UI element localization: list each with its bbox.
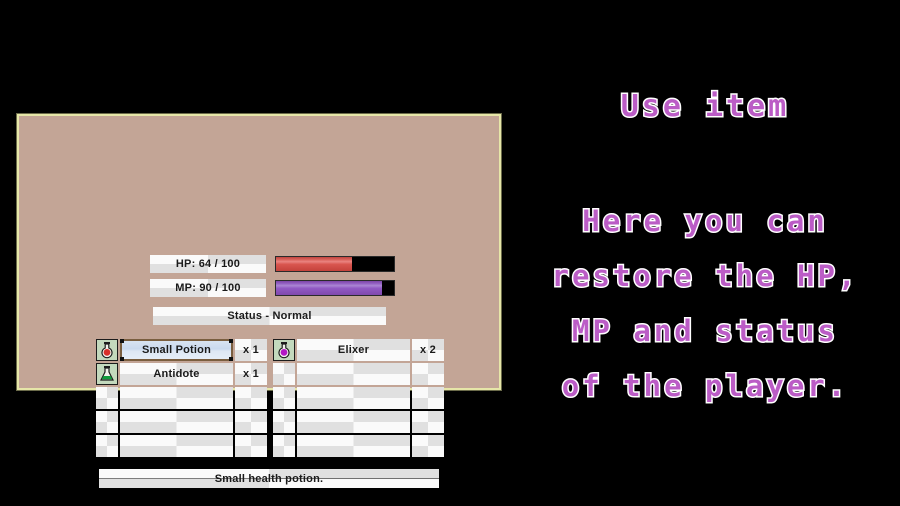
inventory-icon-empty — [96, 435, 118, 457]
inventory-item-quantity-text: x 1 — [243, 344, 259, 356]
inventory-item-quantity — [235, 411, 267, 433]
inventory-icon-empty — [273, 363, 295, 385]
inventory-slot-empty[interactable] — [96, 411, 267, 433]
inventory-slot[interactable]: Elixer x 2 — [273, 339, 444, 361]
caption-line-4: of the player. — [560, 368, 849, 405]
mp-label-text: MP: 90 / 100 — [175, 282, 241, 294]
item-description-text: Small health potion. — [214, 472, 324, 485]
inventory-column-2: Elixer x 2 — [273, 339, 444, 457]
caption-panel: Use item Here you can restore the HP, MP a… — [510, 0, 900, 506]
status-text: Status - Normal — [227, 310, 312, 322]
caption-body: Here you can restore the HP, MP and status… — [510, 194, 900, 414]
menu-inner: HP: 64 / 100 MP: 90 / 100 Status - Norma… — [19, 116, 499, 488]
inventory-item-quantity: x 1 — [235, 339, 267, 361]
inventory-item-quantity: x 1 — [235, 363, 267, 385]
inventory-grid: Small Potion x 1 Antidote x 1 Elixer x 2 — [96, 339, 444, 457]
hp-stat-row: HP: 64 / 100 — [150, 255, 395, 273]
inventory-item-name[interactable]: Small Potion — [120, 339, 233, 361]
caption-line-3: MP and status — [571, 313, 838, 350]
hp-gauge — [275, 256, 395, 272]
red-potion-icon — [96, 339, 118, 361]
inventory-item-name[interactable] — [297, 435, 410, 457]
inventory-column-1: Small Potion x 1 Antidote x 1 — [96, 339, 267, 457]
inventory-item-name-text: Antidote — [153, 368, 200, 380]
inventory-item-name[interactable] — [297, 387, 410, 409]
inventory-icon-empty — [96, 411, 118, 433]
hp-label-text: HP: 64 / 100 — [175, 258, 241, 270]
mp-gauge — [275, 280, 395, 296]
inventory-item-quantity — [235, 387, 267, 409]
inventory-item-name-text: Small Potion — [141, 344, 212, 356]
inventory-slot[interactable]: Antidote x 1 — [96, 363, 267, 385]
caption-line-2: restore the HP, — [550, 258, 859, 295]
item-description-field: Small health potion. — [99, 469, 439, 488]
inventory-slot[interactable]: Small Potion x 1 — [96, 339, 267, 361]
inventory-item-quantity — [412, 363, 444, 385]
inventory-item-quantity — [412, 387, 444, 409]
inventory-item-quantity — [235, 435, 267, 457]
inventory-item-quantity: x 2 — [412, 339, 444, 361]
caption-title: Use item — [619, 88, 790, 125]
purple-potion-icon — [273, 339, 295, 361]
mp-label: MP: 90 / 100 — [150, 279, 266, 297]
green-flask-icon — [96, 363, 118, 385]
use-item-menu-panel: HP: 64 / 100 MP: 90 / 100 Status - Norma… — [16, 113, 502, 488]
inventory-icon-empty — [273, 387, 295, 409]
inventory-icon-empty — [273, 435, 295, 457]
inventory-item-quantity-text: x 1 — [243, 368, 259, 380]
inventory-slot-empty[interactable] — [273, 363, 444, 385]
inventory-icon-empty — [273, 411, 295, 433]
inventory-item-quantity-text: x 2 — [420, 344, 436, 356]
inventory-item-name[interactable] — [120, 435, 233, 457]
inventory-item-quantity — [412, 435, 444, 457]
inventory-slot-empty[interactable] — [96, 387, 267, 409]
caption-line-1: Here you can — [581, 203, 828, 240]
inventory-item-name[interactable]: Antidote — [120, 363, 233, 385]
inventory-slot-empty[interactable] — [273, 387, 444, 409]
inventory-slot-empty[interactable] — [273, 411, 444, 433]
hp-gauge-fill — [276, 257, 352, 271]
inventory-item-name[interactable] — [120, 411, 233, 433]
status-field: Status - Normal — [153, 307, 386, 325]
inventory-item-name[interactable] — [297, 363, 410, 385]
mp-stat-row: MP: 90 / 100 — [150, 279, 395, 297]
inventory-item-name[interactable] — [297, 411, 410, 433]
inventory-item-name-text: Elixer — [337, 344, 370, 356]
mp-gauge-fill — [276, 281, 383, 295]
inventory-item-name[interactable] — [120, 387, 233, 409]
hp-label: HP: 64 / 100 — [150, 255, 266, 273]
inventory-item-quantity — [412, 411, 444, 433]
inventory-slot-empty[interactable] — [96, 435, 267, 457]
inventory-icon-empty — [96, 387, 118, 409]
inventory-slot-empty[interactable] — [273, 435, 444, 457]
inventory-item-name[interactable]: Elixer — [297, 339, 410, 361]
